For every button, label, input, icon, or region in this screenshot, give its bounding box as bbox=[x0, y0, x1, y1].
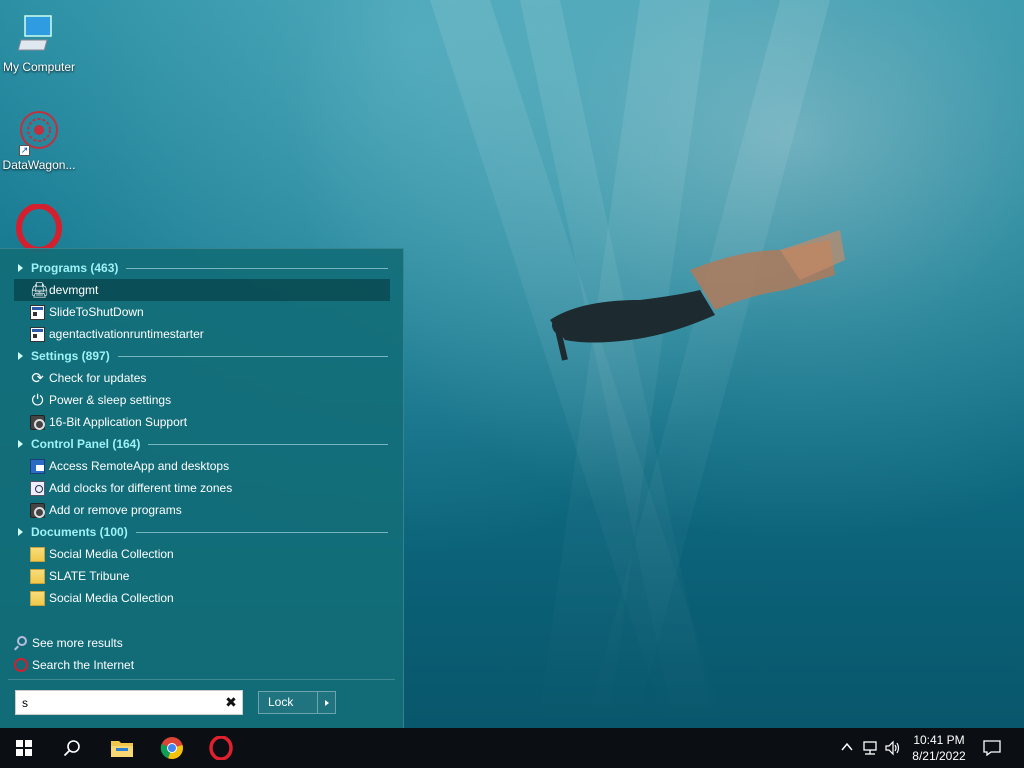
search-icon bbox=[63, 740, 80, 757]
remote-desktop-icon bbox=[30, 458, 45, 474]
folder-icon bbox=[30, 590, 45, 606]
result-label: Check for updates bbox=[49, 371, 147, 385]
result-label: SLATE Tribune bbox=[49, 569, 130, 583]
result-item-add-remove-programs[interactable]: Add or remove programs bbox=[14, 499, 394, 521]
see-more-label: See more results bbox=[32, 636, 123, 650]
group-title: Control Panel (164) bbox=[31, 437, 141, 451]
power-options-arrow-icon[interactable] bbox=[317, 692, 335, 713]
group-title: Documents (100) bbox=[31, 525, 128, 539]
clear-search-icon[interactable]: ✖ bbox=[220, 694, 242, 711]
file-explorer-icon bbox=[111, 741, 133, 757]
lock-label: Lock bbox=[268, 695, 294, 709]
result-item-slate-tribune[interactable]: SLATE Tribune bbox=[14, 565, 394, 587]
search-internet-link[interactable]: Search the Internet bbox=[14, 655, 134, 675]
result-label: devmgmt bbox=[49, 283, 99, 297]
folder-icon bbox=[30, 546, 45, 562]
taskbar-opera[interactable] bbox=[197, 728, 245, 768]
clock-date: 8/21/2022 bbox=[912, 749, 966, 763]
see-more-results-link[interactable]: See more results bbox=[14, 633, 123, 653]
divider bbox=[135, 531, 388, 533]
desktop-icon-label: DataWagon... bbox=[2, 158, 76, 172]
search-input[interactable] bbox=[16, 691, 220, 714]
search-results: Programs (463) 🖨 devmgmt SlideToShutDown… bbox=[14, 257, 394, 609]
taskbar-file-explorer[interactable] bbox=[98, 728, 146, 768]
desktop-icon-my-computer[interactable]: My Computer bbox=[0, 10, 78, 74]
result-label: Add clocks for different time zones bbox=[49, 481, 233, 495]
result-label: Social Media Collection bbox=[49, 591, 174, 605]
result-item-power-sleep[interactable]: ⏻ Power & sleep settings bbox=[14, 389, 394, 411]
result-item-check-updates[interactable]: ⟳ Check for updates bbox=[14, 367, 394, 389]
clock-icon bbox=[30, 480, 45, 496]
group-header-control-panel[interactable]: Control Panel (164) bbox=[14, 433, 394, 455]
device-manager-icon: 🖨 bbox=[30, 281, 50, 299]
group-title: Settings (897) bbox=[31, 349, 110, 363]
volume-icon[interactable] bbox=[884, 740, 902, 756]
result-label: Social Media Collection bbox=[49, 547, 174, 561]
search-button[interactable] bbox=[48, 728, 96, 768]
result-item-social-media-2[interactable]: Social Media Collection bbox=[14, 587, 394, 609]
group-header-programs[interactable]: Programs (463) bbox=[14, 257, 394, 279]
opera-icon bbox=[15, 203, 63, 253]
group-title: Programs (463) bbox=[31, 261, 119, 275]
show-hidden-icons-chevron-icon[interactable] bbox=[838, 740, 856, 756]
search-box: ✖ bbox=[15, 690, 243, 715]
result-item-16bit-support[interactable]: 16-Bit Application Support bbox=[14, 411, 394, 433]
result-item-agentactivation[interactable]: agentactivationruntimestarter bbox=[14, 323, 394, 345]
expand-arrow-icon bbox=[18, 528, 23, 536]
desktop-icon-opera[interactable] bbox=[0, 203, 78, 254]
control-panel-icon bbox=[30, 502, 45, 518]
lock-button[interactable]: Lock bbox=[258, 691, 336, 714]
expand-arrow-icon bbox=[18, 352, 23, 360]
group-header-documents[interactable]: Documents (100) bbox=[14, 521, 394, 543]
opera-icon bbox=[14, 658, 28, 672]
datawagon-icon: ↗ bbox=[15, 108, 63, 156]
folder-icon bbox=[30, 568, 45, 584]
result-item-add-clocks[interactable]: Add clocks for different time zones bbox=[14, 477, 394, 499]
result-item-devmgmt[interactable]: 🖨 devmgmt bbox=[14, 279, 390, 301]
start-menu: Programs (463) 🖨 devmgmt SlideToShutDown… bbox=[0, 248, 404, 728]
action-center-icon[interactable] bbox=[982, 740, 1002, 757]
computer-icon bbox=[15, 10, 63, 58]
divider bbox=[148, 443, 388, 445]
magnifier-icon bbox=[14, 636, 28, 650]
search-internet-label: Search the Internet bbox=[32, 658, 135, 672]
desktop-icon-datawagon[interactable]: ↗ DataWagon... bbox=[0, 108, 78, 172]
expand-arrow-icon bbox=[18, 440, 23, 448]
clock[interactable]: 10:41 PM 8/21/2022 bbox=[905, 732, 973, 764]
expand-arrow-icon bbox=[18, 264, 23, 272]
network-icon[interactable] bbox=[862, 740, 880, 756]
result-label: agentactivationruntimestarter bbox=[49, 327, 204, 341]
result-item-social-media-1[interactable]: Social Media Collection bbox=[14, 543, 394, 565]
desktop-icon-label: My Computer bbox=[2, 60, 76, 74]
group-header-settings[interactable]: Settings (897) bbox=[14, 345, 394, 367]
result-item-remoteapp[interactable]: Access RemoteApp and desktops bbox=[14, 455, 394, 477]
divider bbox=[126, 267, 388, 269]
control-panel-icon bbox=[30, 414, 45, 430]
clock-time: 10:41 PM bbox=[913, 733, 965, 747]
divider bbox=[8, 679, 395, 680]
wallpaper-diver bbox=[550, 230, 845, 361]
taskbar-chrome[interactable] bbox=[148, 728, 196, 768]
result-label: 16-Bit Application Support bbox=[49, 415, 188, 429]
app-window-icon bbox=[30, 304, 45, 320]
shortcut-arrow-icon: ↗ bbox=[19, 145, 30, 156]
divider bbox=[117, 355, 388, 357]
result-item-slidetoshutdown[interactable]: SlideToShutDown bbox=[14, 301, 394, 323]
opera-icon bbox=[209, 736, 233, 760]
refresh-icon: ⟳ bbox=[31, 369, 44, 387]
result-label: Power & sleep settings bbox=[49, 393, 172, 407]
taskbar: 10:41 PM 8/21/2022 bbox=[0, 728, 1024, 768]
result-label: Access RemoteApp and desktops bbox=[49, 459, 230, 473]
power-icon: ⏻ bbox=[31, 391, 44, 409]
start-button[interactable] bbox=[0, 728, 48, 768]
result-label: SlideToShutDown bbox=[49, 305, 144, 319]
result-label: Add or remove programs bbox=[49, 503, 182, 517]
app-window-icon bbox=[30, 326, 45, 342]
chrome-icon bbox=[160, 737, 183, 760]
windows-logo-icon bbox=[16, 740, 32, 756]
